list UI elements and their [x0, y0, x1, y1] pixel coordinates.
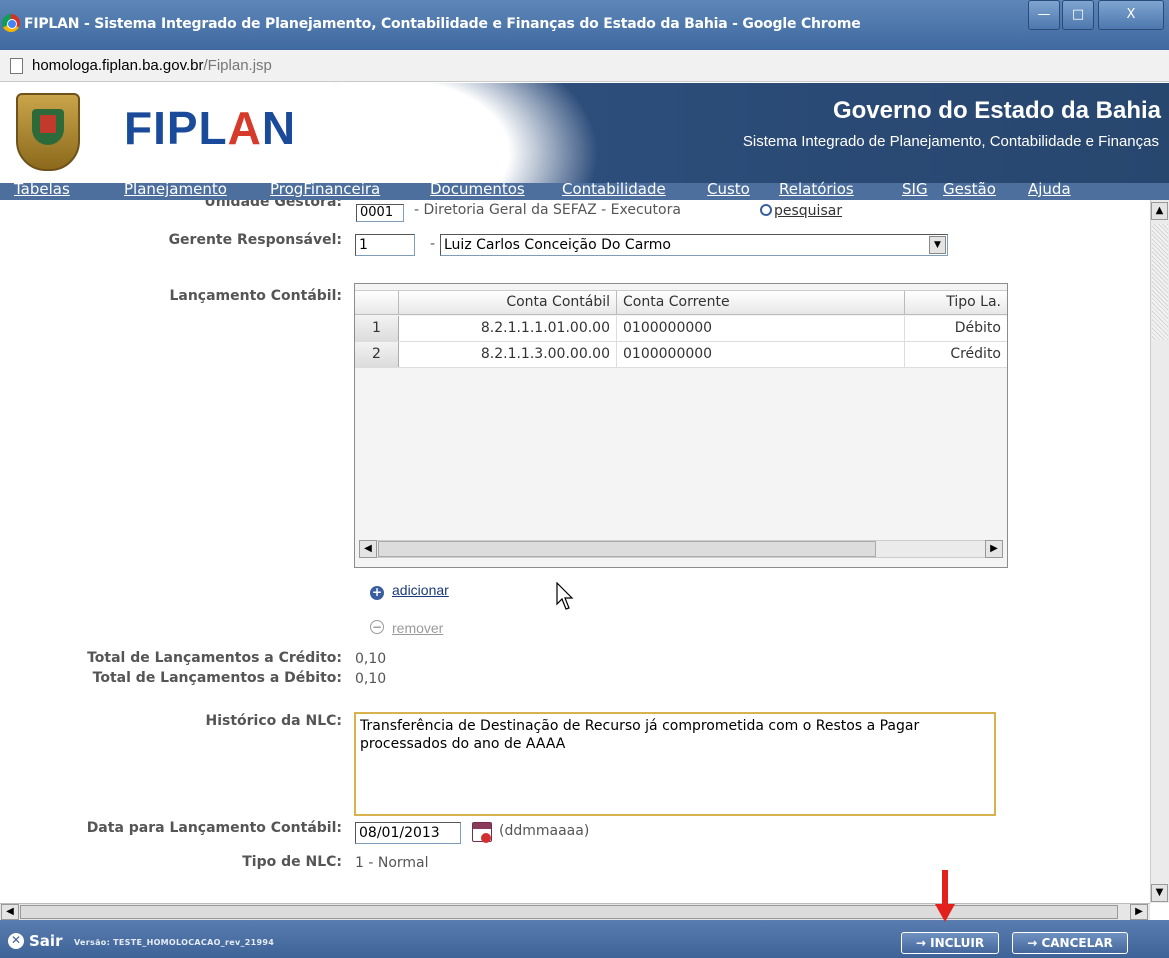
- menu-item-custo[interactable]: Custo: [707, 180, 750, 198]
- total-debito-value: 0,10: [355, 671, 387, 687]
- historico-label: Histórico da NLC:: [205, 713, 342, 729]
- scroll-left-icon[interactable]: ◀: [359, 540, 377, 558]
- page-icon: [10, 58, 23, 74]
- adicionar-link[interactable]: adicionar: [392, 582, 449, 598]
- gerente-separator: -: [430, 236, 436, 252]
- cell-conta-contabil[interactable]: 8.2.1.1.1.01.00.00: [399, 316, 617, 341]
- page-vertical-scrollbar[interactable]: ▲ ▼: [1150, 200, 1169, 903]
- total-debito-label: Total de Lançamentos a Débito:: [92, 670, 342, 686]
- date-format-hint: (ddmmaaaa): [499, 823, 590, 839]
- fiplan-banner: FIPLAN Governo do Estado da Bahia Sistem…: [0, 83, 1169, 183]
- cancelar-button[interactable]: → CANCELAR: [1012, 932, 1128, 954]
- data-lancamento-input[interactable]: 08/01/2013: [355, 822, 461, 844]
- page-scroll-left-icon[interactable]: ◀: [1, 904, 19, 920]
- grid-header: Conta Contábil Conta Corrente Tipo La.: [355, 290, 1007, 315]
- remover-link[interactable]: remover: [392, 620, 443, 636]
- logo-part-a: A: [227, 102, 262, 154]
- calendar-icon[interactable]: [472, 822, 492, 843]
- unidade-gestora-label: Unidade Gestora:: [204, 200, 342, 210]
- cell-conta-corrente[interactable]: 0100000000: [617, 342, 905, 367]
- scroll-up-icon[interactable]: ▲: [1151, 202, 1168, 220]
- address-bar[interactable]: homologa.fiplan.ba.gov.br/Fiplan.jsp: [0, 50, 1169, 82]
- version-text: Versão: TESTE_HOMOLOCACAO_rev_21994: [74, 938, 275, 947]
- logo-part-1: FIPL: [124, 102, 228, 154]
- maximize-button[interactable]: □: [1062, 0, 1094, 30]
- fiplan-logo: FIPLAN: [124, 101, 296, 155]
- historico-textarea[interactable]: [354, 712, 996, 816]
- row-number: 1: [355, 316, 399, 341]
- url-text[interactable]: homologa.fiplan.ba.gov.br/Fiplan.jsp: [32, 57, 272, 74]
- left-margin: [0, 200, 10, 903]
- unidade-gestora-code-input[interactable]: 0001: [356, 204, 404, 222]
- grid-horizontal-scrollbar[interactable]: ◀ ▶: [359, 540, 1003, 558]
- chevron-down-icon[interactable]: ▼: [929, 236, 946, 254]
- browser-title-bar: FIPLAN - Sistema Integrado de Planejamen…: [0, 0, 1169, 50]
- add-icon[interactable]: +: [370, 586, 384, 600]
- gerente-selected-value: Luiz Carlos Conceição Do Carmo: [444, 237, 671, 253]
- coat-of-arms-icon: [16, 93, 80, 171]
- menu-item-documentos[interactable]: Documentos: [430, 180, 525, 198]
- data-lancamento-label: Data para Lançamento Contábil:: [86, 820, 342, 836]
- pesquisar-label: pesquisar: [774, 203, 843, 219]
- lancamento-grid[interactable]: Conta Contábil Conta Corrente Tipo La. 1…: [354, 283, 1008, 568]
- cell-tipo[interactable]: Crédito: [905, 342, 1007, 367]
- grid-header-conta-corrente[interactable]: Conta Corrente: [617, 291, 905, 315]
- menu-item-relatorios[interactable]: Relatórios: [779, 180, 854, 198]
- menu-item-gestao[interactable]: Gestão: [943, 180, 996, 198]
- action-bar: ✕ Sair Versão: TESTE_HOMOLOCACAO_rev_219…: [0, 920, 1169, 958]
- minimize-button[interactable]: —: [1028, 0, 1060, 30]
- page-horizontal-scrollbar[interactable]: ◀ ▶: [0, 903, 1150, 920]
- form-content: Unidade Gestora: 0001 - Diretoria Geral …: [0, 200, 1150, 903]
- url-host: homologa.fiplan.ba.gov.br: [32, 57, 204, 74]
- unidade-gestora-name: - Diretoria Geral da SEFAZ - Executora: [414, 202, 681, 218]
- menu-item-ajuda[interactable]: Ajuda: [1028, 180, 1071, 198]
- red-annotation-arrow-icon: [935, 870, 955, 922]
- total-credito-label: Total de Lançamentos a Crédito:: [87, 650, 342, 666]
- pesquisar-link[interactable]: pesquisar: [760, 202, 842, 219]
- tipo-nlc-value: 1 - Normal: [355, 855, 429, 871]
- logo-part-2: N: [261, 102, 297, 154]
- chrome-logo-icon: [2, 14, 20, 32]
- menu-item-planejamento[interactable]: Planejamento: [124, 180, 227, 198]
- remove-icon[interactable]: −: [370, 620, 384, 634]
- incluir-button[interactable]: → INCLUIR: [901, 932, 999, 954]
- window-title: FIPLAN - Sistema Integrado de Planejamen…: [24, 16, 861, 32]
- total-credito-value: 0,10: [355, 651, 387, 667]
- lancamento-label: Lançamento Contábil:: [169, 288, 342, 304]
- system-subtitle: Sistema Integrado de Planejamento, Conta…: [742, 133, 1159, 150]
- grid-header-conta-contabil[interactable]: Conta Contábil: [399, 291, 617, 315]
- grid-header-rownum: [355, 291, 399, 315]
- close-circle-icon[interactable]: ✕: [8, 933, 24, 949]
- grid-header-tipo[interactable]: Tipo La.: [905, 291, 1007, 315]
- gerente-label: Gerente Responsável:: [168, 232, 342, 248]
- scroll-down-icon[interactable]: ▼: [1151, 884, 1168, 902]
- grid-scroll-thumb[interactable]: [378, 541, 876, 557]
- menu-item-progfinanceira[interactable]: ProgFinanceira: [270, 180, 380, 198]
- menu-item-tabelas[interactable]: Tabelas: [14, 180, 70, 198]
- gerente-select[interactable]: Luiz Carlos Conceição Do Carmo ▼: [440, 234, 948, 256]
- cell-conta-contabil[interactable]: 8.2.1.1.3.00.00.00: [399, 342, 617, 367]
- tipo-nlc-label: Tipo de NLC:: [242, 854, 342, 870]
- table-row[interactable]: 2 8.2.1.1.3.00.00.00 0100000000 Crédito: [355, 342, 1007, 368]
- close-button[interactable]: X: [1098, 0, 1164, 30]
- sair-button[interactable]: Sair: [29, 932, 62, 950]
- search-icon: [760, 204, 772, 216]
- scroll-right-icon[interactable]: ▶: [985, 540, 1003, 558]
- page-scroll-thumb[interactable]: [1152, 224, 1168, 340]
- cell-conta-corrente[interactable]: 0100000000: [617, 316, 905, 341]
- row-number: 2: [355, 342, 399, 367]
- banner-sweep: [300, 83, 600, 183]
- gerente-code-input[interactable]: 1: [355, 234, 415, 256]
- menu-item-sig[interactable]: SIG: [902, 180, 928, 198]
- cell-tipo[interactable]: Débito: [905, 316, 1007, 341]
- government-title: Governo do Estado da Bahia: [832, 97, 1161, 124]
- page-scroll-right-icon[interactable]: ▶: [1130, 904, 1148, 920]
- mouse-cursor-icon: [556, 582, 574, 610]
- url-path: /Fiplan.jsp: [203, 57, 272, 74]
- menu-item-contabilidade[interactable]: Contabilidade: [562, 180, 666, 198]
- table-row[interactable]: 1 8.2.1.1.1.01.00.00 0100000000 Débito: [355, 316, 1007, 342]
- main-menu: Tabelas Planejamento ProgFinanceira Docu…: [0, 180, 1169, 200]
